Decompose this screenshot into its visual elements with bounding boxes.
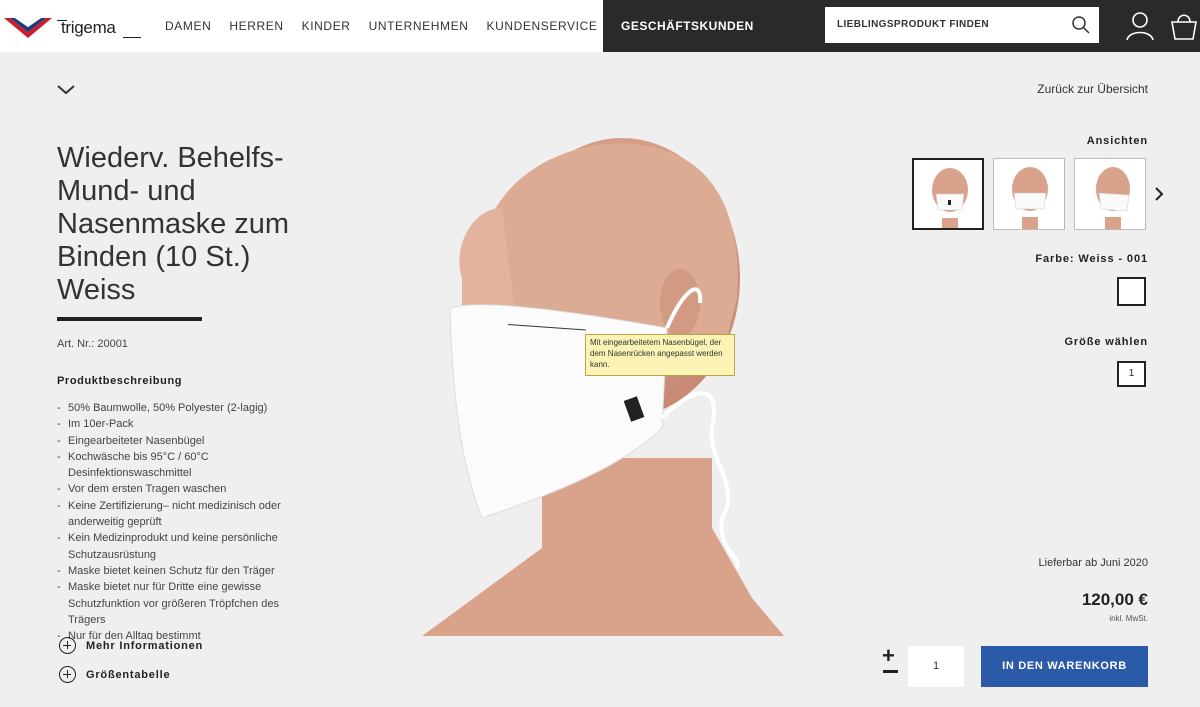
product-title: Wiederv. Behelfs- Mund- und Nasenmaske z… — [57, 142, 290, 306]
quantity-input[interactable]: 1 — [908, 646, 964, 687]
list-item: Kochwäsche bis 95°C / 60°C Desinfektions… — [57, 449, 317, 482]
price: 120,00 € — [1081, 590, 1148, 609]
nav-item-unternehmen[interactable]: UNTERNEHMEN — [369, 19, 469, 33]
nav-item-kundenservice[interactable]: KUNDENSERVICE — [487, 19, 598, 33]
user-icon[interactable] — [1125, 10, 1155, 42]
business-customers-link[interactable]: GESCHÄFTSKUNDEN — [621, 19, 754, 33]
main-nav: DAMEN HERREN KINDER UNTERNEHMEN KUNDENSE… — [165, 19, 615, 33]
chevron-down-icon[interactable] — [57, 84, 75, 96]
size-table-toggle[interactable]: Größentabelle — [59, 666, 170, 683]
search-input[interactable]: LIEBLINGSPRODUKT FINDEN — [825, 7, 1099, 43]
size-label: Größe wählen — [1064, 336, 1148, 348]
availability-text: Lieferbar ab Juni 2020 — [1038, 557, 1148, 569]
plus-circle-icon — [59, 666, 76, 683]
title-underline — [57, 317, 202, 321]
logo-underline — [123, 37, 141, 38]
more-info-label: Mehr Informationen — [86, 639, 204, 652]
size-table-label: Größentabelle — [86, 668, 171, 681]
description-heading: Produktbeschreibung — [57, 375, 183, 387]
list-item: 50% Baumwolle, 50% Polyester (2-lagig) — [57, 400, 317, 417]
list-item: Im 10er-Pack — [57, 416, 317, 433]
plus-circle-icon — [59, 637, 76, 654]
list-item: Maske bietet keinen Schutz für den Träge… — [57, 563, 317, 580]
logo-text: trigema — [57, 18, 116, 37]
list-item: Kein Medizinprodukt und keine persönlich… — [57, 530, 317, 563]
color-label: Farbe: Weiss - 001 — [1035, 253, 1148, 265]
color-swatch-white[interactable] — [1117, 277, 1146, 306]
list-item: Eingearbeiteter Nasenbügel — [57, 433, 317, 450]
list-item: Keine Zertifizierung– nicht medizinisch … — [57, 498, 317, 531]
quantity-increase-button[interactable]: + — [882, 645, 895, 667]
logo-mark-icon — [4, 17, 52, 38]
description-list: 50% Baumwolle, 50% Polyester (2-lagig) I… — [57, 400, 317, 640]
tax-note: inkl. MwSt. — [1109, 614, 1148, 623]
article-number: Art. Nr.: 20001 — [57, 338, 128, 350]
search-placeholder: LIEBLINGSPRODUKT FINDEN — [837, 19, 989, 30]
list-item: Maske bietet nur für Dritte eine gewisse… — [57, 579, 317, 628]
nav-item-kinder[interactable]: KINDER — [302, 19, 351, 33]
thumbnail-1[interactable] — [912, 158, 984, 230]
thumbnail-strip — [912, 158, 1146, 230]
more-info-toggle[interactable]: Mehr Informationen — [59, 637, 203, 654]
quantity-decrease-button[interactable] — [883, 670, 898, 673]
thumbnail-2[interactable] — [993, 158, 1065, 230]
product-image[interactable] — [422, 128, 784, 636]
basket-icon[interactable] — [1169, 10, 1199, 42]
chevron-right-icon[interactable] — [1154, 186, 1164, 202]
nav-item-herren[interactable]: HERREN — [229, 19, 283, 33]
size-option[interactable]: 1 — [1117, 361, 1146, 387]
logo[interactable]: trigema — [3, 10, 153, 46]
views-label: Ansichten — [1086, 135, 1148, 147]
nav-item-damen[interactable]: DAMEN — [165, 19, 211, 33]
add-to-cart-button[interactable]: IN DEN WARENKORB — [981, 646, 1148, 687]
search-icon[interactable] — [1071, 15, 1091, 35]
thumbnail-image — [932, 168, 968, 228]
thumbnail-image — [1012, 167, 1048, 229]
site-header: trigema DAMEN HERREN KINDER UNTERNEHMEN … — [0, 0, 1200, 52]
nose-wire-tooltip: Mit eingearbeitetem Nasenbügel, der dem … — [585, 334, 735, 376]
thumbnail-image — [1096, 167, 1130, 229]
header-left: trigema DAMEN HERREN KINDER UNTERNEHMEN … — [0, 0, 603, 52]
header-right: GESCHÄFTSKUNDEN LIEBLINGSPRODUKT FINDEN — [603, 0, 1200, 52]
thumbnail-3[interactable] — [1074, 158, 1146, 230]
list-item: Vor dem ersten Tragen waschen — [57, 481, 317, 498]
back-to-overview-link[interactable]: Zurück zur Übersicht — [1037, 82, 1148, 96]
